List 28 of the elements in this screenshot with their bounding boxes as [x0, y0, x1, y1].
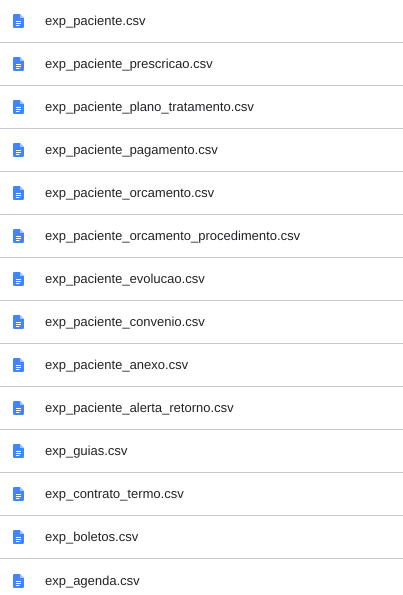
- document-icon: [13, 229, 24, 243]
- file-name[interactable]: exp_boletos.csv: [45, 527, 138, 547]
- file-name[interactable]: exp_paciente_evolucao.csv: [45, 269, 205, 289]
- file-name[interactable]: exp_guias.csv: [45, 441, 128, 461]
- document-icon: [13, 487, 24, 501]
- file-name[interactable]: exp_agenda.csv: [45, 570, 140, 590]
- document-icon: [13, 574, 24, 588]
- file-name[interactable]: exp_paciente_pagamento.csv: [45, 140, 218, 160]
- file-name[interactable]: exp_paciente_orcamento_procedimento.csv: [45, 226, 300, 246]
- document-icon: [13, 272, 24, 286]
- document-icon: [13, 401, 24, 415]
- document-icon: [13, 14, 24, 28]
- document-icon: [13, 57, 24, 71]
- file-name[interactable]: exp_paciente_anexo.csv: [45, 355, 188, 375]
- file-name[interactable]: exp_paciente_alerta_retorno.csv: [45, 398, 234, 418]
- document-icon: [13, 358, 24, 372]
- document-icon: [13, 530, 24, 544]
- document-icon: [13, 143, 24, 157]
- document-icon: [13, 315, 24, 329]
- file-name[interactable]: exp_paciente_convenio.csv: [45, 312, 205, 332]
- document-icon: [13, 186, 24, 200]
- document-icon: [13, 444, 24, 458]
- file-name[interactable]: exp_contrato_termo.csv: [45, 484, 184, 504]
- file-name[interactable]: exp_paciente.csv: [45, 11, 146, 31]
- file-name[interactable]: exp_paciente_prescricao.csv: [45, 54, 213, 74]
- file-name[interactable]: exp_paciente_plano_tratamento.csv: [45, 97, 254, 117]
- file-name[interactable]: exp_paciente_orcamento.csv: [45, 183, 214, 203]
- document-icon: [13, 100, 24, 114]
